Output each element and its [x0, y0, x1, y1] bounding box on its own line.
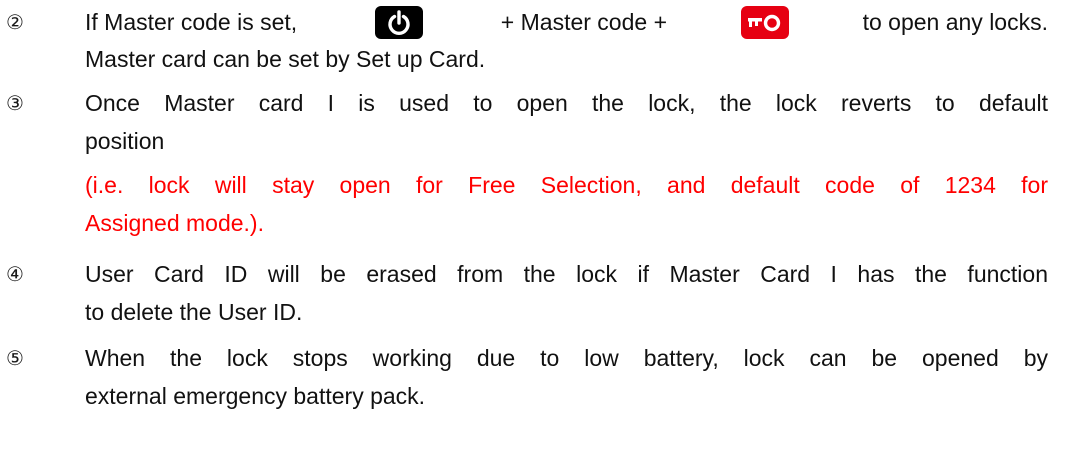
item-text-segment: to open any locks.: [862, 9, 1048, 35]
power-key: [375, 6, 423, 39]
item-number: ②: [6, 10, 24, 34]
item-line: to delete the User ID.: [85, 299, 303, 325]
key-icon: [747, 14, 780, 31]
item-line: external emergency battery pack.: [85, 383, 426, 409]
item-line: User Card ID will be erased from the loc…: [85, 261, 1048, 287]
enter-key: [740, 6, 789, 39]
item-line: If Master code is set, + Master code + t…: [85, 4, 1048, 41]
item-text-segment: + Master code +: [500, 9, 667, 35]
item-text-segment: If Master code is set,: [85, 9, 298, 35]
item-number: ③: [6, 91, 24, 115]
item-number: ⑤: [6, 346, 24, 370]
note-line: (i.e. lock will stay open for Free Selec…: [85, 172, 1048, 198]
item-line: When the lock stops working due to low b…: [85, 345, 1048, 371]
power-icon: [388, 9, 410, 35]
item-number: ④: [6, 262, 24, 286]
item-line: position: [85, 128, 165, 154]
note-line: Assigned mode.).: [85, 210, 264, 236]
item-line: Master card can be set by Set up Card.: [85, 46, 486, 72]
item-line: Once Master card I is used to open the l…: [85, 90, 1048, 116]
